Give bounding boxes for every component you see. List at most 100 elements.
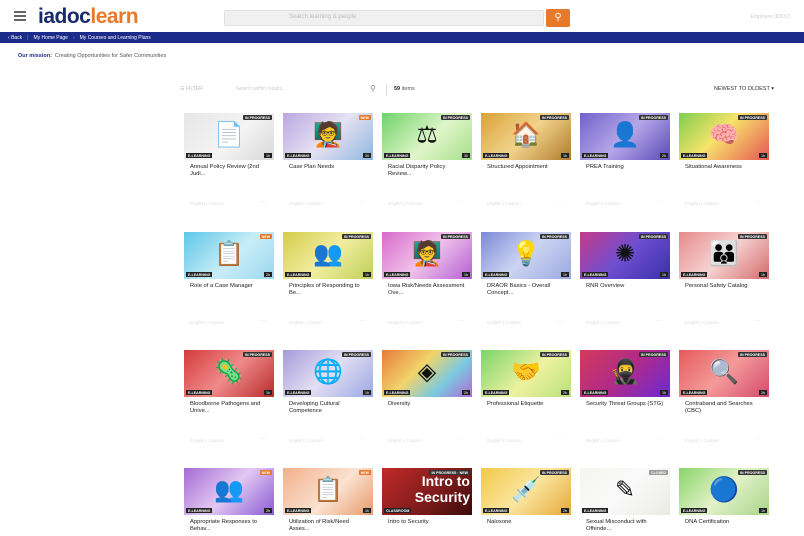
more-options-icon[interactable]: ··· <box>359 199 365 205</box>
search-icon[interactable]: ⚲ <box>370 84 376 93</box>
course-card[interactable]: 👪 IN PROGRESS E-LEARNING 1h Personal Safety … <box>679 232 769 332</box>
course-thumbnail[interactable]: Intro to Security IN PROGRESS · NEW CLASSR… <box>382 468 472 515</box>
more-options-icon[interactable]: ··· <box>458 436 464 442</box>
course-card[interactable]: ◈ IN PROGRESS E-LEARNING 2h Diversity English… <box>382 350 472 450</box>
breadcrumb-item-home[interactable]: My Home Page <box>34 35 68 41</box>
course-title[interactable]: Role of a Case Manager <box>190 283 270 290</box>
course-title[interactable]: Contraband and Searches (CBC) <box>685 401 765 415</box>
course-title[interactable]: Personal Safety Catalog <box>685 283 765 290</box>
course-thumbnail[interactable]: 👪 IN PROGRESS E-LEARNING 1h <box>679 232 769 279</box>
course-thumbnail[interactable]: 🧑‍🏫 IN PROGRESS E-LEARNING 1h <box>382 232 472 279</box>
search-input[interactable]: Search learning & people <box>224 10 544 26</box>
course-title[interactable]: PREA Training <box>586 164 666 171</box>
course-thumbnail[interactable]: 🥷 IN PROGRESS E-LEARNING 1h <box>580 350 670 397</box>
course-thumbnail[interactable]: 🤝 IN PROGRESS E-LEARNING 2h <box>481 350 571 397</box>
course-card[interactable]: 👥 IN PROGRESS E-LEARNING 1h Principles of Re… <box>283 232 373 332</box>
course-card[interactable]: 🤝 IN PROGRESS E-LEARNING 2h Professional Eti… <box>481 350 571 450</box>
course-thumbnail[interactable]: 🔵 IN PROGRESS E-LEARNING 1h <box>679 468 769 515</box>
course-title[interactable]: Security Threat Groups (STG) <box>586 401 666 408</box>
more-options-icon[interactable]: ··· <box>656 318 662 324</box>
course-thumbnail[interactable]: 💉 IN PROGRESS E-LEARNING 2h <box>481 468 571 515</box>
course-thumbnail[interactable]: ⚖ IN PROGRESS E-LEARNING 30 <box>382 113 472 160</box>
course-card[interactable]: 👥 NEW E-LEARNING 2h Appropriate Responses to… <box>184 468 274 536</box>
course-card[interactable]: 👤 IN PROGRESS E-LEARNING 2h PREA Training Eng… <box>580 113 670 213</box>
more-options-icon[interactable]: ··· <box>260 436 266 442</box>
course-thumbnail[interactable]: 🏠 IN PROGRESS E-LEARNING 1h <box>481 113 571 160</box>
course-card[interactable]: 🏠 IN PROGRESS E-LEARNING 1h Structured Appoi… <box>481 113 571 213</box>
course-card[interactable]: ✺ IN PROGRESS E-LEARNING 1h RNR Overview Engl… <box>580 232 670 332</box>
more-options-icon[interactable]: ··· <box>557 199 563 205</box>
course-thumbnail[interactable]: 🌐 IN PROGRESS E-LEARNING 1h <box>283 350 373 397</box>
course-card[interactable]: 🦠 IN PROGRESS E-LEARNING 1h Bloodborne Patho… <box>184 350 274 450</box>
course-card[interactable]: 💉 IN PROGRESS E-LEARNING 2h Naloxone <box>481 468 571 536</box>
course-card[interactable]: 🔍 IN PROGRESS E-LEARNING 2h Contraband and S… <box>679 350 769 450</box>
course-thumbnail[interactable]: 💡 IN PROGRESS E-LEARNING 1h <box>481 232 571 279</box>
more-options-icon[interactable]: ··· <box>656 199 662 205</box>
menu-icon[interactable] <box>14 11 26 21</box>
course-thumbnail[interactable]: ✺ IN PROGRESS E-LEARNING 1h <box>580 232 670 279</box>
course-title[interactable]: Bloodborne Pathogens and Unive... <box>190 401 270 415</box>
course-title[interactable]: DNA Certification <box>685 519 765 526</box>
back-link[interactable]: ‹ Back <box>8 35 22 41</box>
course-thumbnail[interactable]: 👥 IN PROGRESS E-LEARNING 1h <box>283 232 373 279</box>
course-card[interactable]: 🔵 IN PROGRESS E-LEARNING 1h DNA Certificatio… <box>679 468 769 536</box>
more-options-icon[interactable]: ··· <box>260 318 266 324</box>
course-card[interactable]: 🥷 IN PROGRESS E-LEARNING 1h Security Threat … <box>580 350 670 450</box>
more-options-icon[interactable]: ··· <box>755 199 761 205</box>
course-title[interactable]: Racial Disparity Policy Review... <box>388 164 468 178</box>
more-options-icon[interactable]: ··· <box>557 318 563 324</box>
breadcrumb-item-courses[interactable]: My Courses and Learning Plans <box>80 35 151 41</box>
course-card[interactable]: 📋 NEW E-LEARNING 1h Utilization of Risk/Need… <box>283 468 373 536</box>
course-thumbnail[interactable]: 🔍 IN PROGRESS E-LEARNING 2h <box>679 350 769 397</box>
course-card[interactable]: 📄 IN PROGRESS E-LEARNING 1h Annual Policy Re… <box>184 113 274 213</box>
course-thumbnail[interactable]: 👤 IN PROGRESS E-LEARNING 2h <box>580 113 670 160</box>
course-title[interactable]: Sexual Misconduct with Offende... <box>586 519 666 533</box>
more-options-icon[interactable]: ··· <box>359 318 365 324</box>
user-menu[interactable]: Employee (IDOC) <box>751 14 790 20</box>
more-options-icon[interactable]: ··· <box>755 318 761 324</box>
course-title[interactable]: Intro to Security <box>388 519 468 526</box>
sort-dropdown[interactable]: NEWEST TO OLDEST ▾ <box>714 86 774 92</box>
filter-button[interactable]: ☰ FILTER <box>180 86 203 92</box>
course-title[interactable]: Naloxone <box>487 519 567 526</box>
course-card[interactable]: ⚖ IN PROGRESS E-LEARNING 30 Racial Disparity… <box>382 113 472 213</box>
course-card[interactable]: 💡 IN PROGRESS E-LEARNING 1h DRAOR Basics - O… <box>481 232 571 332</box>
course-thumbnail[interactable]: 📄 IN PROGRESS E-LEARNING 1h <box>184 113 274 160</box>
course-card[interactable]: 🧠 IN PROGRESS E-LEARNING 1h Situational Awar… <box>679 113 769 213</box>
course-title[interactable]: Iowa Risk/Needs Assessment Ove... <box>388 283 468 297</box>
course-card[interactable]: 🧑‍🏫 IN PROGRESS E-LEARNING 1h Iowa Risk/Need… <box>382 232 472 332</box>
course-thumbnail[interactable]: 🧠 IN PROGRESS E-LEARNING 1h <box>679 113 769 160</box>
course-thumbnail[interactable]: 📋 NEW E-LEARNING 1h <box>283 468 373 515</box>
course-card[interactable]: Intro to Security IN PROGRESS · NEW CLASSR… <box>382 468 472 536</box>
course-title[interactable]: Developing Cultural Competence <box>289 401 369 415</box>
filter-search-input[interactable]: Search within results... <box>236 86 286 92</box>
course-thumbnail[interactable]: 🧑‍🏫 NEW E-LEARNING 30 <box>283 113 373 160</box>
more-options-icon[interactable]: ··· <box>458 318 464 324</box>
course-title[interactable]: RNR Overview <box>586 283 666 290</box>
course-thumbnail[interactable]: 📋 NEW E-LEARNING 2h <box>184 232 274 279</box>
course-title[interactable]: Case Plan Needs <box>289 164 369 171</box>
course-thumbnail[interactable]: 🦠 IN PROGRESS E-LEARNING 1h <box>184 350 274 397</box>
course-thumbnail[interactable]: 👥 NEW E-LEARNING 2h <box>184 468 274 515</box>
logo[interactable]: iadoclearn <box>38 5 139 29</box>
course-title[interactable]: Annual Policy Review (2nd Judi... <box>190 164 270 178</box>
course-title[interactable]: Professional Etiquette <box>487 401 567 408</box>
course-title[interactable]: Principles of Responding to Be... <box>289 283 369 297</box>
more-options-icon[interactable]: ··· <box>656 436 662 442</box>
course-title[interactable]: Situational Awareness <box>685 164 765 171</box>
course-title[interactable]: Utilization of Risk/Need Asses... <box>289 519 369 533</box>
course-card[interactable]: 🌐 IN PROGRESS E-LEARNING 1h Developing Cultu… <box>283 350 373 450</box>
course-thumbnail[interactable]: ✎ CLOSED E-LEARNING <box>580 468 670 515</box>
course-card[interactable]: 🧑‍🏫 NEW E-LEARNING 30 Case Plan Needs English… <box>283 113 373 213</box>
course-title[interactable]: Appropriate Responses to Behav... <box>190 519 270 533</box>
search-button[interactable]: ⚲ <box>546 9 570 27</box>
course-title[interactable]: Structured Appointment <box>487 164 567 171</box>
course-thumbnail[interactable]: ◈ IN PROGRESS E-LEARNING 2h <box>382 350 472 397</box>
course-title[interactable]: DRAOR Basics - Overall Concept... <box>487 283 567 297</box>
more-options-icon[interactable]: ··· <box>755 436 761 442</box>
more-options-icon[interactable]: ··· <box>458 199 464 205</box>
more-options-icon[interactable]: ··· <box>359 436 365 442</box>
course-title[interactable]: Diversity <box>388 401 468 408</box>
course-card[interactable]: ✎ CLOSED E-LEARNING Sexual Misconduct with … <box>580 468 670 536</box>
more-options-icon[interactable]: ··· <box>557 436 563 442</box>
